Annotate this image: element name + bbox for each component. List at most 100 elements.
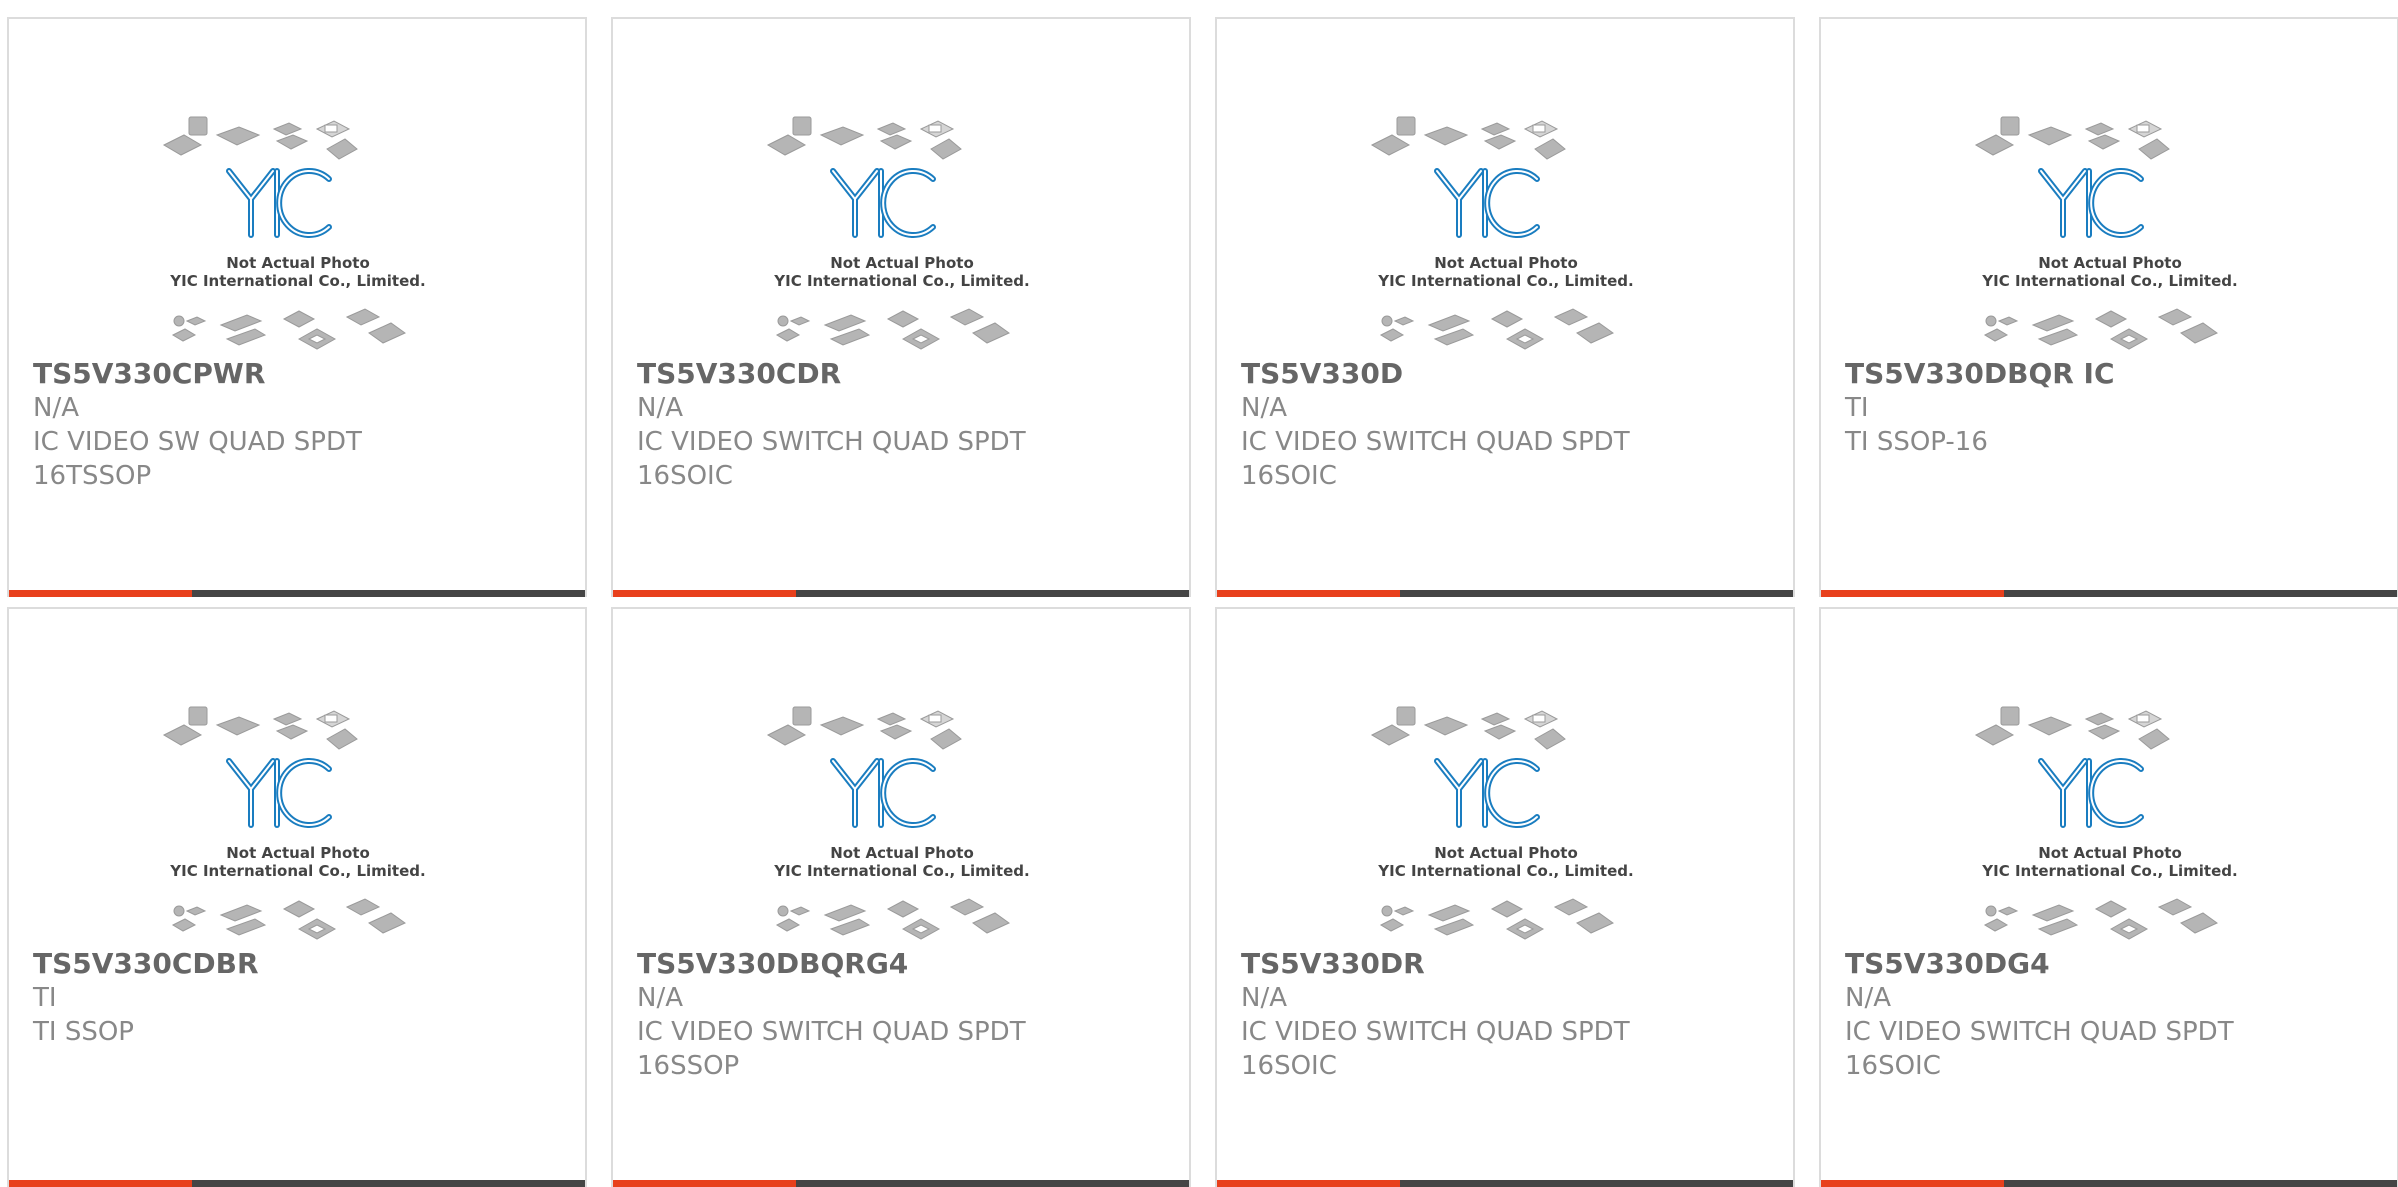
product-details: N/A IC VIDEO SWITCH QUAD SPDT 16SOIC (1845, 981, 2365, 1083)
part-number[interactable]: TS5V330CDR (637, 357, 1157, 391)
card-bottom-bar (613, 1180, 1189, 1187)
yic-logo-icon (2038, 168, 2144, 238)
chip-icons-top (766, 706, 962, 750)
product-detail-line: IC VIDEO SWITCH QUAD SPDT (1845, 1017, 2234, 1047)
product-detail-line: IC VIDEO SWITCH QUAD SPDT (637, 427, 1026, 457)
card-accent-bar (613, 590, 796, 597)
product-detail-line: N/A (1845, 983, 1891, 1013)
product-card-2[interactable]: Not Actual Photo YIC International Co., … (611, 17, 1191, 597)
yic-logo-icon (226, 168, 332, 238)
chip-icons-bottom (171, 898, 406, 940)
card-bottom-bar (613, 590, 1189, 597)
card-bottom-bar (1217, 590, 1793, 597)
chip-icons-top (162, 706, 358, 750)
product-details: N/A IC VIDEO SWITCH QUAD SPDT 16SOIC (1241, 391, 1761, 493)
card-bottom-bar (1821, 590, 2397, 597)
product-detail-line: TI SSOP-16 (1845, 427, 1988, 457)
chip-icons-top (1974, 116, 2170, 160)
product-info: TS5V330CDBR TI TI SSOP (33, 947, 553, 1049)
product-detail-line: TI (33, 983, 57, 1013)
yic-logo-icon (830, 758, 936, 828)
chip-icons-bottom (775, 308, 1010, 350)
product-detail-line: N/A (637, 393, 683, 423)
product-info: TS5V330DG4 N/A IC VIDEO SWITCH QUAD SPDT 1… (1845, 947, 2365, 1083)
placeholder-image: Not Actual Photo YIC International Co., … (766, 116, 1030, 350)
part-number[interactable]: TS5V330DG4 (1845, 947, 2365, 981)
product-details: N/A IC VIDEO SWITCH QUAD SPDT 16SOIC (1241, 981, 1761, 1083)
product-details: TI TI SSOP (33, 981, 553, 1049)
card-accent-bar (1217, 590, 1400, 597)
chip-icons-top (1370, 116, 1566, 160)
placeholder-caption-1: Not Actual Photo (2038, 844, 2182, 862)
part-number[interactable]: TS5V330DBQR IC (1845, 357, 2365, 391)
placeholder-caption-2: YIC International Co., Limited. (169, 272, 425, 290)
yic-logo-icon (1434, 758, 1540, 828)
product-details: TI TI SSOP-16 (1845, 391, 2365, 459)
yic-logo-icon (830, 168, 936, 238)
product-info: TS5V330DBQRG4 N/A IC VIDEO SWITCH QUAD SP… (637, 947, 1157, 1083)
chip-icons-top (1370, 706, 1566, 750)
product-detail-line: IC VIDEO SWITCH QUAD SPDT (637, 1017, 1026, 1047)
placeholder-image: Not Actual Photo YIC International Co., … (766, 706, 1030, 940)
placeholder-image: Not Actual Photo YIC International Co., … (1370, 706, 1634, 940)
product-card-3[interactable]: Not Actual Photo YIC International Co., … (1215, 17, 1795, 597)
part-number[interactable]: TS5V330D (1241, 357, 1761, 391)
placeholder-caption-2: YIC International Co., Limited. (773, 272, 1029, 290)
placeholder-caption-2: YIC International Co., Limited. (169, 862, 425, 880)
placeholder-caption-1: Not Actual Photo (2038, 254, 2182, 272)
product-card-4[interactable]: Not Actual Photo YIC International Co., … (1819, 17, 2398, 597)
card-accent-bar (9, 590, 192, 597)
product-detail-line: 16SOIC (637, 461, 733, 491)
card-bottom-bar (9, 1180, 585, 1187)
placeholder-caption-1: Not Actual Photo (830, 844, 974, 862)
product-detail-line: N/A (637, 983, 683, 1013)
product-detail-line: IC VIDEO SWITCH QUAD SPDT (1241, 427, 1630, 457)
product-details: N/A IC VIDEO SW QUAD SPDT 16TSSOP (33, 391, 553, 493)
product-info: TS5V330DBQR IC TI TI SSOP-16 (1845, 357, 2365, 459)
product-detail-line: N/A (33, 393, 79, 423)
product-detail-line: 16SOIC (1241, 461, 1337, 491)
product-info: TS5V330D N/A IC VIDEO SWITCH QUAD SPDT 16S… (1241, 357, 1761, 493)
placeholder-caption-2: YIC International Co., Limited. (1377, 862, 1633, 880)
product-card-1[interactable]: Not Actual Photo YIC International Co., … (7, 17, 587, 597)
placeholder-image: Not Actual Photo YIC International Co., … (1370, 116, 1634, 350)
product-card-5[interactable]: Not Actual Photo YIC International Co., … (7, 607, 587, 1187)
chip-icons-bottom (1983, 308, 2218, 350)
product-card-8[interactable]: Not Actual Photo YIC International Co., … (1819, 607, 2398, 1187)
product-detail-line: N/A (1241, 393, 1287, 423)
chip-icons-top (766, 116, 962, 160)
product-detail-line: 16TSSOP (33, 461, 152, 491)
product-detail-line: IC VIDEO SWITCH QUAD SPDT (1241, 1017, 1630, 1047)
product-detail-line: 16SOIC (1241, 1051, 1337, 1081)
product-detail-line: TI SSOP (33, 1017, 134, 1047)
product-info: TS5V330DR N/A IC VIDEO SWITCH QUAD SPDT 16… (1241, 947, 1761, 1083)
placeholder-caption-1: Not Actual Photo (830, 254, 974, 272)
part-number[interactable]: TS5V330CDBR (33, 947, 553, 981)
product-detail-line: TI (1845, 393, 1869, 423)
chip-icons-bottom (1379, 898, 1614, 940)
product-detail-line: 16SSOP (637, 1051, 740, 1081)
part-number[interactable]: TS5V330DR (1241, 947, 1761, 981)
card-accent-bar (613, 1180, 796, 1187)
product-details: N/A IC VIDEO SWITCH QUAD SPDT 16SSOP (637, 981, 1157, 1083)
card-bottom-bar (1821, 1180, 2397, 1187)
card-accent-bar (1821, 1180, 2004, 1187)
product-card-6[interactable]: Not Actual Photo YIC International Co., … (611, 607, 1191, 1187)
chip-icons-top (1974, 706, 2170, 750)
product-details: N/A IC VIDEO SWITCH QUAD SPDT 16SOIC (637, 391, 1157, 493)
placeholder-caption-2: YIC International Co., Limited. (773, 862, 1029, 880)
placeholder-image: Not Actual Photo YIC International Co., … (162, 706, 426, 940)
chip-icons-bottom (171, 308, 406, 350)
part-number[interactable]: TS5V330CPWR (33, 357, 553, 391)
product-card-7[interactable]: Not Actual Photo YIC International Co., … (1215, 607, 1795, 1187)
product-detail-line: 16SOIC (1845, 1051, 1941, 1081)
product-info: TS5V330CPWR N/A IC VIDEO SW QUAD SPDT 16TS… (33, 357, 553, 493)
product-info: TS5V330CDR N/A IC VIDEO SWITCH QUAD SPDT 1… (637, 357, 1157, 493)
part-number[interactable]: TS5V330DBQRG4 (637, 947, 1157, 981)
placeholder-image: Not Actual Photo YIC International Co., … (162, 116, 426, 350)
yic-logo-icon (1434, 168, 1540, 238)
yic-logo-icon (226, 758, 332, 828)
placeholder-caption-2: YIC International Co., Limited. (1377, 272, 1633, 290)
card-accent-bar (1217, 1180, 1400, 1187)
placeholder-caption-1: Not Actual Photo (226, 254, 370, 272)
